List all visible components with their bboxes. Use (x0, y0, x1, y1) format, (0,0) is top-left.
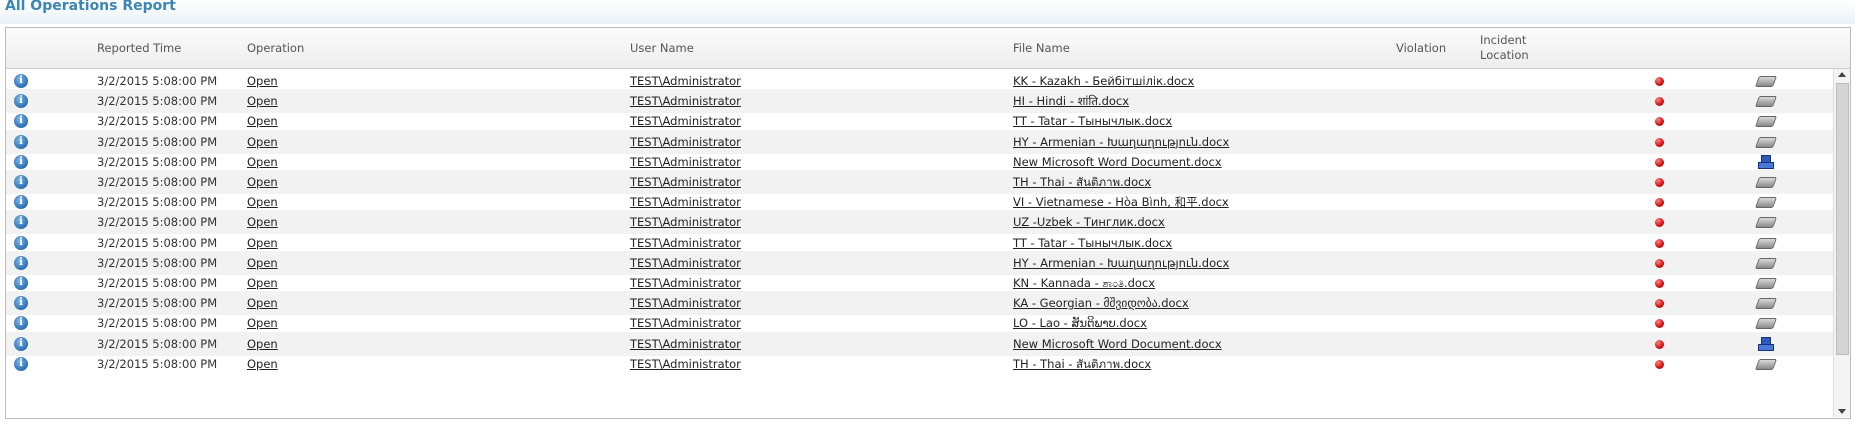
drive-location-icon[interactable] (1754, 237, 1778, 249)
table-row[interactable]: i 3/2/2015 5:08:00 PM Open TEST\Administrat… (6, 352, 1833, 376)
column-header-incident-location[interactable]: Incident Location (1480, 28, 1529, 68)
violation-dot-icon (1655, 157, 1664, 167)
network-location-icon[interactable] (1758, 336, 1774, 351)
drive-location-icon[interactable] (1754, 318, 1778, 330)
info-icon[interactable]: i (14, 74, 28, 88)
violation-dot-icon (1655, 359, 1664, 369)
drive-location-icon[interactable] (1754, 197, 1778, 209)
violation-dot-icon (1655, 97, 1664, 107)
info-icon[interactable]: i (14, 175, 28, 189)
violation-dot-icon (1655, 218, 1664, 228)
scroll-up-arrow-icon[interactable] (1838, 72, 1846, 77)
drive-location-icon[interactable] (1754, 177, 1778, 188)
violation-dot-icon (1655, 198, 1664, 208)
violation-dot-icon (1655, 319, 1664, 329)
violation-dot-icon (1655, 117, 1664, 127)
violation-dot-icon (1655, 279, 1664, 288)
file-name-link[interactable]: TH - Thai - สันติภาพ.docx (1013, 352, 1151, 376)
info-icon[interactable]: i (14, 356, 28, 371)
info-icon[interactable]: i (14, 316, 28, 331)
column-header-user-name[interactable]: User Name (630, 28, 694, 68)
violation-dot-icon (1655, 178, 1664, 187)
column-header-file-name[interactable]: File Name (1013, 28, 1070, 68)
vertical-scrollbar[interactable] (1833, 69, 1850, 417)
violation-dot-icon (1655, 238, 1664, 248)
info-icon[interactable]: i (14, 114, 28, 129)
incident-label: Incident (1480, 33, 1527, 47)
operation-link[interactable]: Open (247, 352, 278, 376)
column-header-operation[interactable]: Operation (247, 28, 304, 68)
title-bar: All Operations Report (0, 0, 1855, 24)
info-icon[interactable]: i (14, 215, 28, 230)
location-label: Location (1480, 48, 1529, 62)
violation-dot-icon (1655, 339, 1664, 349)
scroll-down-arrow-icon[interactable] (1838, 409, 1846, 414)
info-icon[interactable]: i (14, 336, 28, 351)
drive-location-icon[interactable] (1754, 136, 1778, 148)
drive-location-icon[interactable] (1754, 217, 1778, 229)
drive-location-icon[interactable] (1754, 278, 1778, 289)
info-icon[interactable]: i (14, 94, 28, 109)
column-header-reported-time[interactable]: Reported Time (97, 28, 181, 68)
info-icon[interactable]: i (14, 255, 28, 270)
violation-dot-icon (1655, 299, 1664, 309)
operations-grid: Reported Time Operation User Name File N… (5, 27, 1851, 419)
drive-location-icon[interactable] (1754, 76, 1778, 87)
violation-dot-icon (1655, 137, 1664, 147)
drive-location-icon[interactable] (1754, 358, 1778, 370)
info-icon[interactable]: i (14, 195, 28, 210)
info-icon[interactable]: i (14, 134, 28, 149)
user-name-link[interactable]: TEST\Administrator (630, 352, 741, 376)
drive-location-icon[interactable] (1754, 96, 1778, 108)
network-location-icon[interactable] (1758, 154, 1774, 169)
drive-location-icon[interactable] (1754, 298, 1778, 310)
column-header-violation[interactable]: Violation (1396, 28, 1446, 68)
info-icon[interactable]: i (14, 235, 28, 250)
info-icon[interactable]: i (14, 276, 28, 290)
grid-header: Reported Time Operation User Name File N… (6, 28, 1850, 69)
report-title: All Operations Report (5, 0, 176, 14)
drive-location-icon[interactable] (1754, 257, 1778, 269)
drive-location-icon[interactable] (1754, 116, 1778, 128)
reported-time-cell: 3/2/2015 5:08:00 PM (97, 356, 218, 371)
info-icon[interactable]: i (14, 296, 28, 311)
violation-dot-icon (1655, 77, 1664, 86)
info-icon[interactable]: i (14, 154, 28, 169)
scrollbar-thumb[interactable] (1836, 83, 1849, 355)
violation-dot-icon (1655, 258, 1664, 268)
